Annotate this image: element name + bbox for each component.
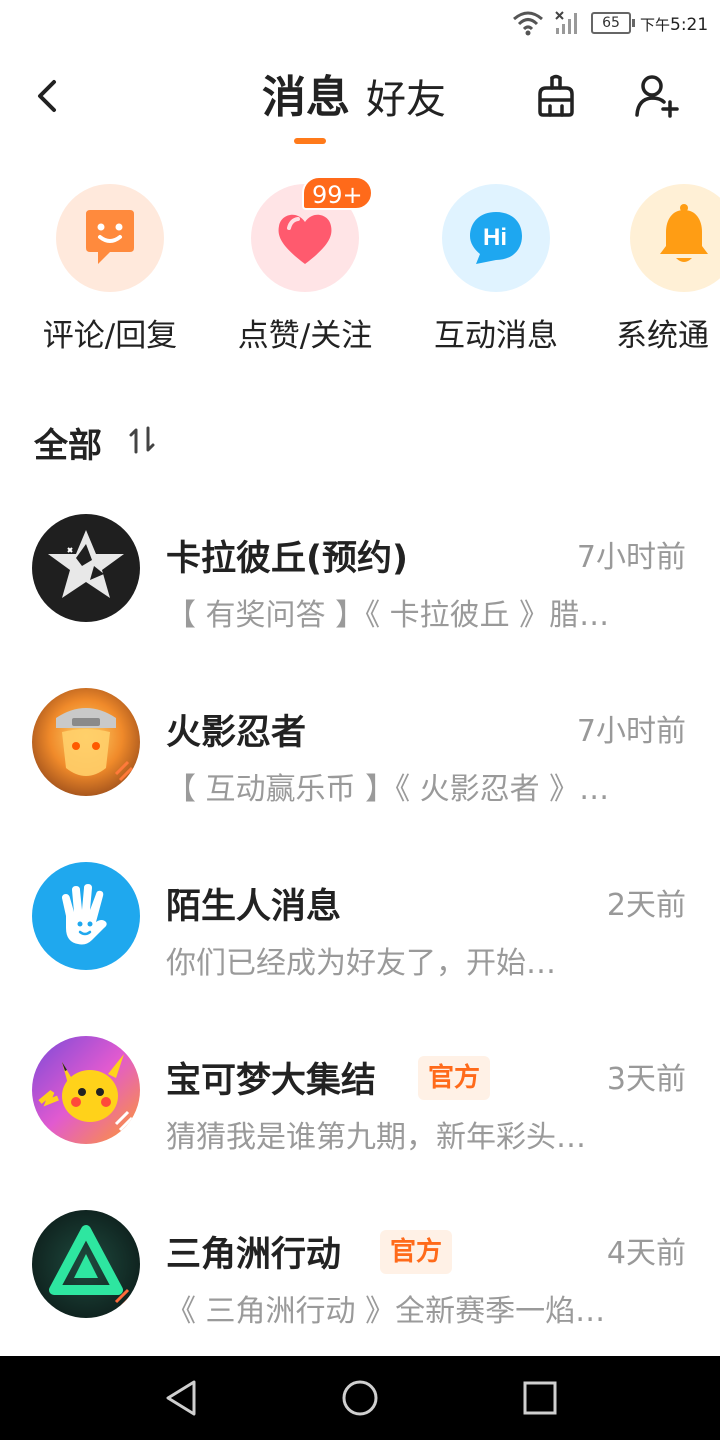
- tab-messages[interactable]: 消息: [262, 70, 350, 126]
- battery-level: 65: [602, 15, 620, 31]
- avatar: [32, 862, 140, 970]
- message-name: 陌生人消息: [166, 887, 342, 927]
- list-item[interactable]: 宝可梦大集结 官方 3天前 猜猜我是谁第九期，新年彩头…: [0, 1012, 720, 1186]
- message-preview: 【 互动赢乐币 】《 火影忍者 》…: [166, 772, 610, 807]
- pikachu-avatar-icon: [38, 1054, 134, 1132]
- message-name: 卡拉彼丘(预约): [166, 539, 408, 579]
- avatar: [32, 1210, 140, 1318]
- quick-entry-label: 点赞/关注: [237, 318, 373, 354]
- back-icon[interactable]: [28, 76, 68, 116]
- quick-entry-comments[interactable]: 评论/回复: [20, 182, 200, 354]
- quick-entry-label: 评论/回复: [42, 318, 178, 354]
- list-item[interactable]: 卡拉彼丘(预约) 7小时前 【 有奖问答 】《 卡拉彼丘 》腊…: [0, 490, 720, 664]
- hi-icon: Hi: [470, 212, 522, 264]
- comment-icon: [86, 210, 134, 264]
- list-item[interactable]: 火影忍者 7小时前 【 互动赢乐币 】《 火影忍者 》…: [0, 664, 720, 838]
- bell-icon: [660, 204, 708, 262]
- list-item[interactable]: 陌生人消息 2天前 你们已经成为好友了，开始…: [0, 838, 720, 1012]
- system-nav-bar: [0, 1356, 720, 1440]
- star-logo-icon: [48, 530, 124, 598]
- avatar: [32, 514, 140, 622]
- message-preview: 【 有奖问答 】《 卡拉彼丘 》腊…: [166, 598, 610, 633]
- status-bar: 65 下午5:21: [0, 0, 720, 50]
- header: 消息 好友: [0, 50, 720, 150]
- quick-entry-interactions[interactable]: Hi 互动消息: [406, 182, 586, 354]
- message-name: 宝可梦大集结: [166, 1061, 377, 1101]
- quick-entry-label: 系统通: [616, 318, 709, 352]
- tab-friends[interactable]: 好友: [366, 74, 446, 126]
- message-time: 7小时前: [576, 714, 686, 749]
- comment-icon-bg: [56, 184, 164, 292]
- message-time: 3天前: [606, 1062, 686, 1097]
- battery-indicator: 65: [591, 12, 635, 34]
- add-friend-icon[interactable]: [632, 72, 680, 120]
- message-time: 2天前: [606, 888, 686, 923]
- message-time: 7小时前: [576, 540, 686, 575]
- hand-wave-icon: [62, 884, 107, 945]
- nav-back-icon[interactable]: [162, 1378, 202, 1418]
- wifi-icon: [513, 11, 543, 36]
- ninja-avatar-icon: [56, 708, 134, 782]
- sort-icon[interactable]: [126, 424, 158, 456]
- triangle-logo-icon: [49, 1225, 134, 1310]
- nav-home-icon[interactable]: [340, 1378, 380, 1418]
- list-item[interactable]: 三角洲行动 官方 4天前 《 三角洲行动 》全新赛季一焰…: [0, 1186, 720, 1360]
- quick-entry-label: 互动消息: [434, 318, 558, 354]
- quick-entries: 评论/回复 点赞/关注 Hi 互动消息 系统通 99+: [0, 176, 720, 362]
- clock: 下午5:21: [640, 14, 708, 35]
- official-tag: 官方: [380, 1230, 453, 1274]
- avatar: [32, 1036, 140, 1144]
- bell-icon-bg: [630, 184, 720, 292]
- svg-text:Hi: Hi: [483, 224, 507, 251]
- hi-icon-bg: Hi: [442, 184, 550, 292]
- message-preview: 《 三角洲行动 》全新赛季一焰…: [166, 1294, 606, 1329]
- section-title: 全部: [34, 426, 102, 466]
- broom-icon[interactable]: [532, 72, 580, 120]
- message-name: 三角洲行动: [166, 1235, 342, 1275]
- likes-count-badge: 99+: [302, 176, 373, 210]
- active-tab-indicator: [294, 138, 326, 144]
- clock-ampm: 下午: [640, 16, 671, 34]
- message-preview: 猜猜我是谁第九期，新年彩头…: [166, 1120, 586, 1155]
- message-time: 4天前: [606, 1236, 686, 1271]
- quick-entry-system[interactable]: 系统通: [594, 182, 720, 352]
- clock-time: 5:21: [670, 15, 709, 35]
- avatar: [32, 688, 140, 796]
- signal-icon: [555, 11, 577, 34]
- official-tag: 官方: [418, 1056, 491, 1100]
- nav-recent-icon[interactable]: [522, 1380, 558, 1416]
- message-name: 火影忍者: [166, 713, 307, 753]
- message-preview: 你们已经成为好友了，开始…: [166, 946, 556, 981]
